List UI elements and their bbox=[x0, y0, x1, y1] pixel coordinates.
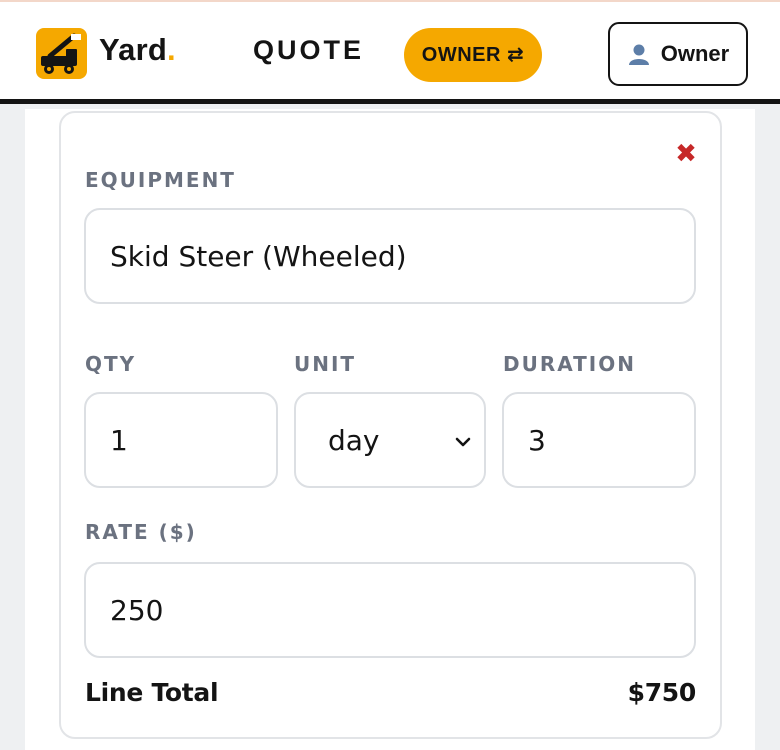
equipment-input[interactable]: Skid Steer (Wheeled) bbox=[84, 208, 696, 304]
mode-label: OWNER bbox=[421, 43, 501, 66]
line-total-label: Line Total bbox=[85, 678, 219, 707]
qty-value: 1 bbox=[110, 423, 128, 457]
equipment-label: EQUIPMENT bbox=[85, 168, 236, 192]
user-label: Owner bbox=[660, 41, 730, 66]
user-menu-button[interactable]: Owner bbox=[608, 22, 748, 86]
unit-value: day bbox=[328, 423, 380, 457]
qty-label: QTY bbox=[85, 352, 137, 376]
swap-arrows-icon: ⇄ bbox=[506, 44, 525, 66]
qty-input[interactable]: 1 bbox=[84, 392, 278, 488]
rate-input[interactable]: 250 bbox=[84, 562, 696, 658]
close-icon[interactable]: ✖ bbox=[674, 140, 698, 166]
rate-label: RATE ($) bbox=[85, 520, 197, 544]
rate-value: 250 bbox=[110, 593, 164, 627]
duration-label: DURATION bbox=[503, 352, 636, 376]
unit-select[interactable]: day bbox=[294, 392, 486, 488]
duration-value: 3 bbox=[528, 423, 546, 457]
brand-dot: . bbox=[167, 32, 176, 67]
user-icon bbox=[628, 44, 649, 65]
brand-name[interactable]: Yard. bbox=[99, 32, 176, 68]
page-title: QUOTE bbox=[253, 35, 365, 65]
app-header: Yard. QUOTE OWNER ⇄ Owner bbox=[0, 2, 780, 104]
line-total-value: $750 bbox=[627, 678, 697, 707]
crane-truck-icon bbox=[36, 28, 87, 79]
unit-label: UNIT bbox=[294, 352, 357, 376]
mode-toggle-button[interactable]: OWNER ⇄ bbox=[404, 28, 542, 82]
chevron-down-icon bbox=[455, 437, 471, 447]
duration-input[interactable]: 3 bbox=[502, 392, 696, 488]
equipment-value: Skid Steer (Wheeled) bbox=[110, 239, 407, 273]
